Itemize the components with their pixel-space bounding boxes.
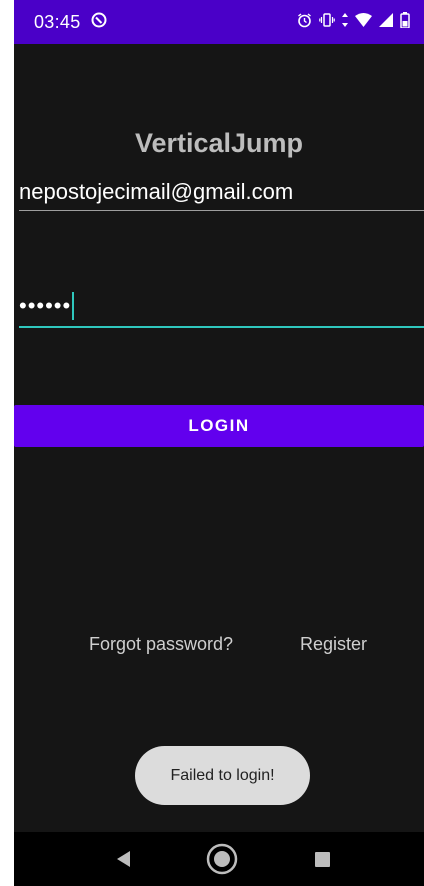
email-field[interactable]: nepostojecimail@gmail.com xyxy=(19,179,424,211)
status-time: 03:45 xyxy=(34,12,81,32)
toast-message: Failed to login! xyxy=(135,746,310,805)
text-cursor xyxy=(72,292,75,320)
home-icon xyxy=(206,843,238,875)
back-button[interactable] xyxy=(104,832,144,886)
cell-signal-icon xyxy=(379,13,393,27)
password-masked-text: •••••• xyxy=(19,293,72,318)
recents-button[interactable] xyxy=(302,832,342,886)
recents-icon xyxy=(314,851,330,867)
status-icons xyxy=(297,12,410,28)
navigation-bar xyxy=(14,832,424,886)
alarm-icon xyxy=(297,12,312,28)
back-icon xyxy=(117,851,130,867)
data-arrows-icon xyxy=(342,13,348,27)
status-bar: 03:45 xyxy=(14,0,424,44)
password-field[interactable]: •••••• xyxy=(19,292,424,328)
password-value: •••••• xyxy=(19,292,75,320)
login-button-label: LOGIN xyxy=(188,416,250,435)
do-not-disturb-icon xyxy=(91,12,107,28)
app-title: VerticalJump xyxy=(134,128,304,158)
vibrate-icon xyxy=(319,13,335,27)
forgot-password-link[interactable]: Forgot password? xyxy=(89,634,233,655)
battery-icon xyxy=(400,12,410,28)
login-button[interactable]: LOGIN xyxy=(14,405,424,447)
email-value: nepostojecimail@gmail.com xyxy=(19,179,294,204)
toast-text: Failed to login! xyxy=(170,766,275,784)
app-screen: 03:45 VerticalJump nepostojecimail@gmail… xyxy=(14,0,424,886)
home-button[interactable] xyxy=(202,832,242,886)
register-link[interactable]: Register xyxy=(300,634,367,655)
wifi-icon xyxy=(355,13,372,27)
